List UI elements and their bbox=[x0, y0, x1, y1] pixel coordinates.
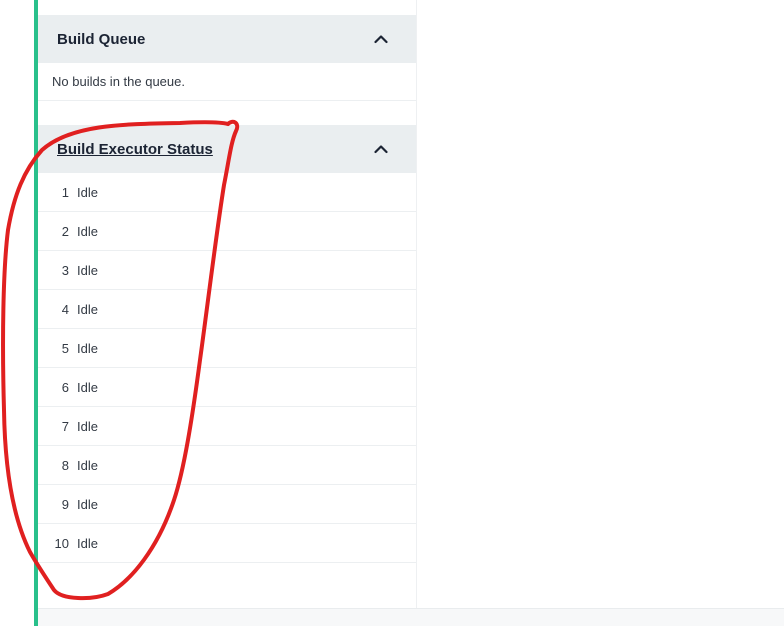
build-queue-title: Build Queue bbox=[57, 30, 146, 48]
executor-row: 9 Idle bbox=[38, 485, 416, 524]
executor-row: 4 Idle bbox=[38, 290, 416, 329]
executor-number: 1 bbox=[61, 184, 69, 200]
executor-number: 7 bbox=[61, 418, 69, 434]
executor-status: Idle bbox=[77, 301, 98, 317]
executor-row: 7 Idle bbox=[38, 407, 416, 446]
executor-status-link[interactable]: Build Executor Status bbox=[57, 141, 213, 158]
executor-status-header: Build Executor Status bbox=[38, 125, 416, 173]
executor-row: 3 Idle bbox=[38, 251, 416, 290]
bottom-strip bbox=[38, 608, 784, 626]
executor-number: 6 bbox=[61, 379, 69, 395]
build-queue-header: Build Queue bbox=[38, 15, 416, 63]
executor-status: Idle bbox=[77, 535, 98, 551]
executor-row: 10 Idle bbox=[38, 524, 416, 563]
executor-status: Idle bbox=[77, 340, 98, 356]
jenkins-sidebar-view: Build Queue No builds in the queue. Buil… bbox=[0, 0, 784, 626]
executor-status: Idle bbox=[77, 184, 98, 200]
chevron-up-icon[interactable] bbox=[372, 30, 390, 48]
executor-status: Idle bbox=[77, 262, 98, 278]
executor-row: 5 Idle bbox=[38, 329, 416, 368]
side-panel: Build Queue No builds in the queue. Buil… bbox=[38, 0, 417, 608]
executor-row: 6 Idle bbox=[38, 368, 416, 407]
executor-status: Idle bbox=[77, 379, 98, 395]
executor-row: 1 Idle bbox=[38, 173, 416, 212]
executor-list: 1 Idle 2 Idle 3 Idle 4 Idle 5 Idle 6 Idl… bbox=[38, 173, 416, 563]
executor-number: 2 bbox=[61, 223, 69, 239]
executor-number: 3 bbox=[61, 262, 69, 278]
executor-status: Idle bbox=[77, 496, 98, 512]
executor-number: 4 bbox=[61, 301, 69, 317]
executor-number: 8 bbox=[61, 457, 69, 473]
executor-number: 9 bbox=[61, 496, 69, 512]
left-margin bbox=[0, 0, 34, 626]
executor-number: 10 bbox=[54, 535, 69, 551]
executor-row: 2 Idle bbox=[38, 212, 416, 251]
executor-number: 5 bbox=[61, 340, 69, 356]
executor-status: Idle bbox=[77, 457, 98, 473]
build-queue-empty-message: No builds in the queue. bbox=[38, 63, 416, 101]
executor-status: Idle bbox=[77, 223, 98, 239]
executor-row: 8 Idle bbox=[38, 446, 416, 485]
chevron-up-icon[interactable] bbox=[372, 140, 390, 158]
executor-status: Idle bbox=[77, 418, 98, 434]
